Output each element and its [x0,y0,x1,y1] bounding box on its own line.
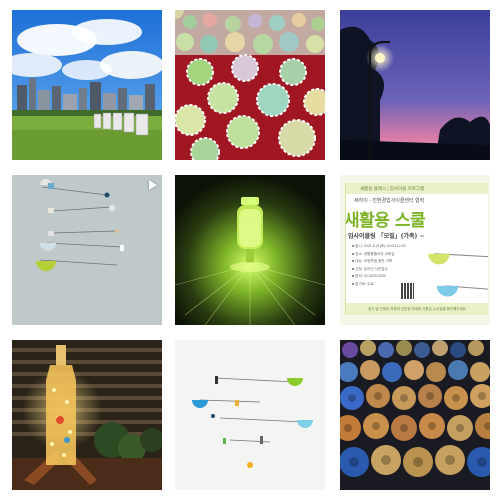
bottle-lamp-image [12,340,162,490]
poster-header: 새활용 클래스 | 업사이클 프로그램 [346,183,488,194]
poster-footer: 참가 및 신청자 지원과 관련된 자세한 사항은 누리집을 확인해주세요 [346,303,488,315]
grid-tile-hanging-mobile[interactable] [12,175,162,325]
poster-title: 새활용 스쿨 [345,211,426,231]
event-poster: 새활용 클래스 | 업사이클 프로그램 새하이 · 친환경업사이클센터 협력 새… [340,175,490,325]
grid-tile-street-lamp[interactable] [340,10,490,160]
poster-detail-line: ■ 일시: 2021.8.21(토) 10:00-12:00 [352,244,406,248]
poster-detail-line: ■ 장소: 새활용플라자 교육실 [352,251,395,256]
poster-detail-line: ■ 문의: 02-0000-0000 [352,274,387,278]
video-indicator-icon [149,180,157,190]
poster-organization: 새하이 · 친환경업사이클센터 협력 [354,198,425,204]
poster-detail-line: ■ 신청: 온라인 사전접수 [352,266,388,271]
poster-sheet: 새활용 클래스 | 업사이클 프로그램 새하이 · 친환경업사이클센터 협력 새… [345,183,488,315]
grid-tile-gear-pieces[interactable] [175,10,325,160]
colorful-mobile-image [175,340,325,490]
hanging-mobile-image [12,175,162,325]
street-lamp-image [340,10,490,160]
poster-details: ■ 일시: 2021.8.21(토) 10:00-12:00 ■ 장소: 새활용… [352,243,424,288]
coffee-capsules-image [340,340,490,490]
poster-detail-line: ■ 대상: 초등학생 동반 가족 [352,259,393,263]
grid-tile-city-skyline[interactable] [12,10,162,160]
grid-tile-coffee-capsules[interactable] [340,340,490,490]
qr-code-icon [401,283,414,299]
photo-grid: 새활용 클래스 | 업사이클 프로그램 새하이 · 친환경업사이클센터 협력 새… [0,0,500,500]
gear-pieces-image [175,10,325,160]
city-skyline-image [12,10,162,160]
grid-tile-green-bottle[interactable] [175,175,325,325]
green-bottle-image [175,175,325,325]
grid-tile-colorful-mobile[interactable] [175,340,325,490]
grid-tile-bottle-lamp[interactable] [12,340,162,490]
poster-subtitle: 업사이클링 「모빌」(가족) ~ [348,233,425,240]
grid-tile-event-poster[interactable]: 새활용 클래스 | 업사이클 프로그램 새하이 · 친환경업사이클센터 협력 새… [340,175,490,325]
